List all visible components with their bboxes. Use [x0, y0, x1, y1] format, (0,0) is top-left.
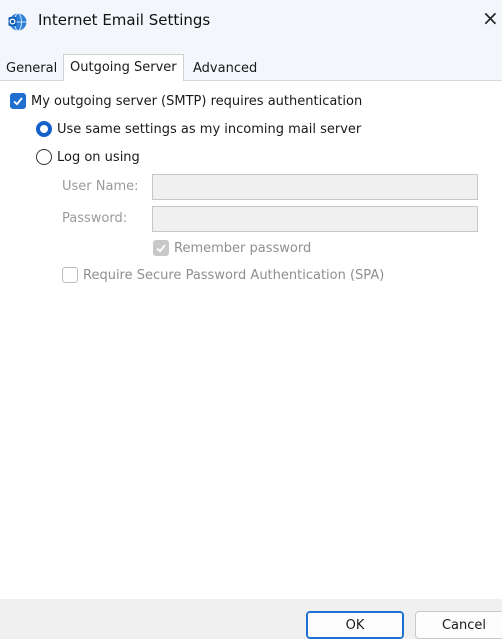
- spa-label: Require Secure Password Authentication (…: [83, 267, 385, 283]
- remember-password-checkbox[interactable]: [153, 240, 169, 256]
- password-label: Password:: [62, 211, 128, 226]
- same-settings-option[interactable]: Use same settings as my incoming mail se…: [36, 121, 361, 137]
- password-input[interactable]: [152, 206, 478, 232]
- same-settings-label: Use same settings as my incoming mail se…: [57, 121, 362, 137]
- close-icon[interactable]: ×: [482, 8, 499, 28]
- ok-button[interactable]: OK: [306, 611, 404, 639]
- spa-checkbox[interactable]: [62, 267, 78, 283]
- logon-label: Log on using: [57, 149, 140, 165]
- title-bar: Internet Email Settings ×: [0, 0, 502, 44]
- dialog-footer: OK Cancel: [0, 599, 502, 639]
- outlook-globe-icon: [8, 13, 27, 31]
- smtp-auth-option[interactable]: My outgoing server (SMTP) requires authe…: [10, 93, 362, 109]
- logon-option[interactable]: Log on using: [36, 149, 140, 165]
- smtp-auth-label: My outgoing server (SMTP) requires authe…: [31, 93, 363, 109]
- tab-strip: General Outgoing Server Advanced: [0, 44, 502, 82]
- checkmark-icon: [13, 97, 23, 106]
- spa-option[interactable]: Require Secure Password Authentication (…: [62, 267, 384, 283]
- smtp-auth-checkbox[interactable]: [10, 93, 26, 109]
- cancel-button[interactable]: Cancel: [415, 611, 502, 639]
- logon-radio[interactable]: [36, 149, 52, 165]
- username-input[interactable]: [152, 174, 478, 200]
- remember-password-option[interactable]: Remember password: [153, 240, 311, 256]
- tab-general[interactable]: General: [0, 58, 63, 81]
- remember-password-label: Remember password: [174, 240, 312, 256]
- tab-outgoing-server[interactable]: Outgoing Server: [63, 54, 184, 82]
- username-label: User Name:: [62, 179, 139, 194]
- window-title: Internet Email Settings: [38, 11, 211, 29]
- same-settings-radio[interactable]: [36, 121, 52, 137]
- outgoing-server-panel: My outgoing server (SMTP) requires authe…: [0, 81, 502, 599]
- checkmark-icon: [156, 244, 166, 253]
- tab-advanced[interactable]: Advanced: [187, 58, 263, 81]
